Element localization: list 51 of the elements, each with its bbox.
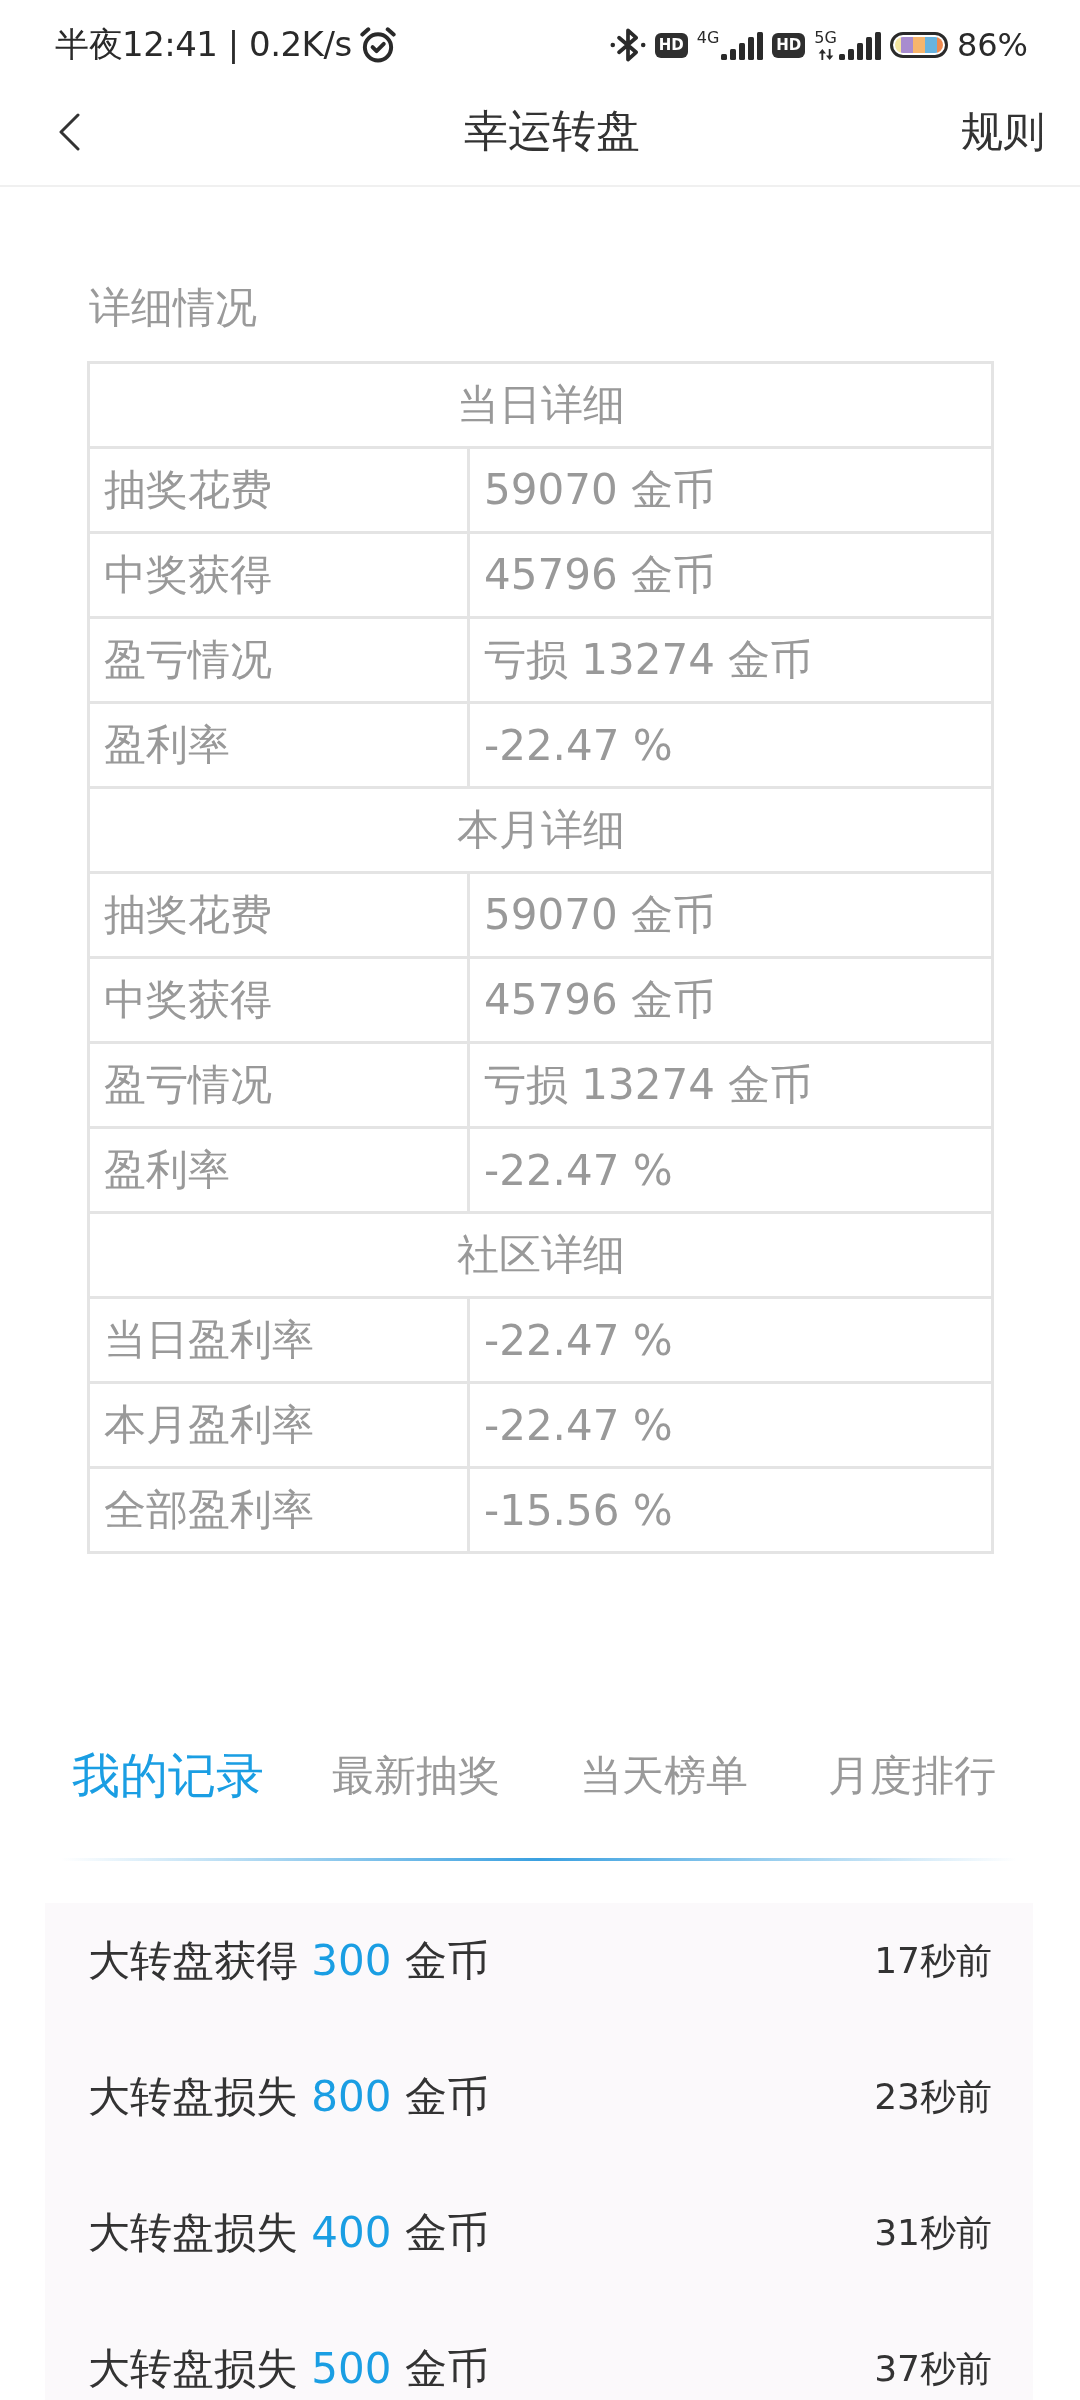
network-type-label: 5G [814, 30, 837, 46]
value-cell: 59070 金币 [468, 872, 993, 958]
row-label-cell: 盈亏情况 [88, 1042, 469, 1128]
tab[interactable]: 最新抽奖 [332, 1750, 500, 1802]
tab[interactable]: 月度排行 [828, 1750, 996, 1802]
value-cell: -22.47 % [468, 1297, 993, 1383]
value-cell: 45796 金币 [468, 957, 993, 1043]
value-cell: 59070 金币 [468, 447, 993, 533]
row-label-cell: 盈利率 [88, 702, 469, 788]
row-label-cell: 抽奖花费 [88, 872, 469, 958]
row-label-cell: 抽奖花费 [88, 447, 469, 533]
tab[interactable]: 当天榜单 [580, 1750, 748, 1802]
section-title: 详细情况 [89, 282, 257, 334]
value-cell: 45796 金币 [468, 532, 993, 618]
hd-badge: HD [772, 32, 806, 58]
value-cell: -15.56 % [468, 1467, 993, 1553]
record-text: 大转盘损失 400 金币 [88, 2207, 489, 2259]
value-cell: 亏损 13274 金币 [468, 617, 993, 703]
record-time: 37秒前 [874, 2346, 992, 2391]
row-label-cell: 盈亏情况 [88, 617, 469, 703]
row-label-cell: 中奖获得 [88, 957, 469, 1043]
row-label-cell: 盈利率 [88, 1127, 469, 1213]
bluetooth-icon [609, 28, 646, 62]
section-heading-cell: 当日详细 [88, 362, 993, 448]
alarm-icon [359, 27, 396, 63]
rules-link[interactable]: 规则 [961, 103, 1045, 160]
record-time: 23秒前 [874, 2074, 992, 2119]
value-cell: -22.47 % [468, 1382, 993, 1468]
section-heading-cell: 本月详细 [88, 787, 993, 873]
row-label-cell: 本月盈利率 [88, 1382, 469, 1468]
section-heading-cell: 社区详细 [88, 1212, 993, 1298]
battery-percent: 86% [956, 26, 1028, 64]
record-text: 大转盘获得 300 金币 [88, 1935, 489, 1987]
status-time-text: 半夜12:41 | 0.2K/s [55, 23, 352, 66]
network-type-label: 4G [696, 30, 720, 46]
record-time: 17秒前 [874, 1938, 992, 1983]
hd-badge: HD [654, 32, 688, 58]
battery-icon [889, 32, 948, 58]
value-cell: -22.47 % [468, 1127, 993, 1213]
value-cell: -22.47 % [468, 702, 993, 788]
back-icon[interactable] [58, 112, 80, 151]
record-text: 大转盘损失 500 金币 [88, 2343, 489, 2395]
row-label-cell: 中奖获得 [88, 532, 469, 618]
row-label-cell: 全部盈利率 [88, 1467, 469, 1553]
record-time: 31秒前 [874, 2210, 992, 2255]
value-cell: 亏损 13274 金币 [468, 1042, 993, 1128]
page-title: 幸运转盘 [463, 104, 640, 158]
record-text: 大转盘损失 800 金币 [88, 2071, 489, 2123]
tab[interactable]: 我的记录 [72, 1747, 264, 1805]
signal-icon [838, 32, 881, 60]
row-label-cell: 当日盈利率 [88, 1297, 469, 1383]
